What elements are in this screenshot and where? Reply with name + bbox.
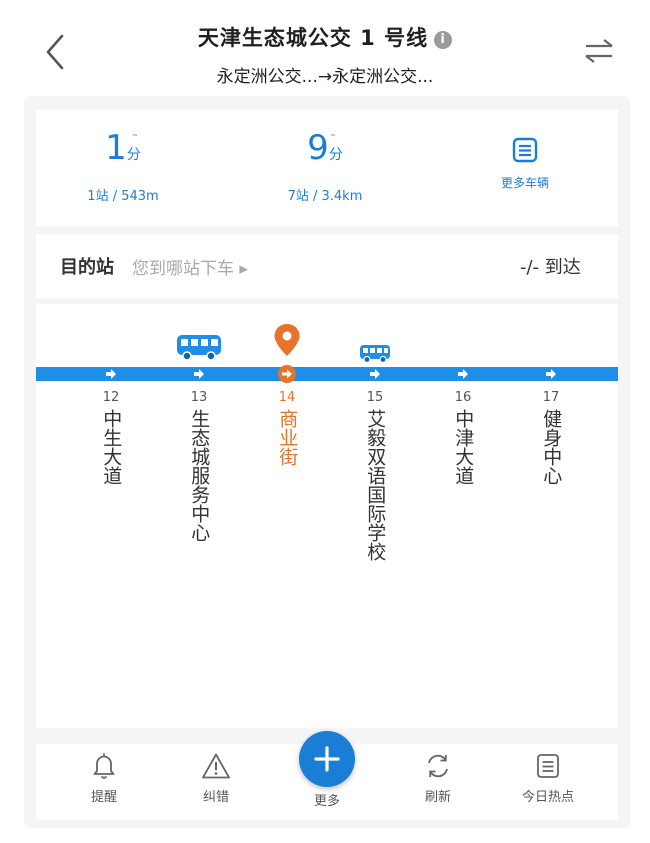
bell-icon [93,753,115,779]
stop-name: 生态城服务中心 [188,409,211,542]
page-title: 天津生态城公交 1 号线 i [0,22,650,52]
stop-item[interactable]: 15 艾毅双语国际学校 [355,390,395,561]
location-pin-icon [274,324,300,356]
eta-minutes: 9 [307,128,329,168]
arrival-time: -/- 到达 [520,257,581,278]
stop-number: 15 [366,390,384,405]
stop-name: 艾毅双语国际学校 [364,409,387,561]
tab-report-error[interactable]: 纠错 [176,752,256,805]
route-title-text: 天津生态城公交 1 号线 [197,26,429,50]
stop-item[interactable]: 17 健身中心 [531,390,571,485]
direction-arrow-icon [546,369,556,379]
swap-direction-icon[interactable] [582,36,616,66]
stop-name: 健身中心 [540,409,563,485]
refresh-icon [428,754,448,778]
direction-arrow-icon [370,369,380,379]
stop-name: 中生大道 [100,409,123,485]
more-vehicles-button[interactable]: 更多车辆 [470,136,580,191]
more-vehicles-label: 更多车辆 [500,176,549,190]
tab-label: 提醒 [90,790,117,805]
stop-number: 17 [542,390,560,405]
stop-name: 中津大道 [452,409,475,485]
stop-item[interactable]: 13 生态城服务中心 [179,390,219,542]
info-icon[interactable]: i [434,31,453,49]
stop-item[interactable]: 16 中津大道 [443,390,483,485]
direction-arrow-icon [458,369,468,379]
destination-label: 目的站 [60,257,114,278]
tab-label: 刷新 [424,790,451,805]
eta-unit: 分 [126,147,141,163]
stop-number: 14 [278,390,296,405]
tab-label: 今日热点 [521,790,574,805]
eta-second-bus[interactable]: ิ 9分 7站 / 3.4km [250,128,400,204]
eta-next-bus[interactable]: ิ 1分 1站 / 543m [48,128,198,204]
stop-item-current[interactable]: 14 商业街 [267,390,307,466]
bus-icon[interactable] [359,344,391,364]
stop-number: 16 [454,390,472,405]
current-stop-marker [278,365,296,383]
stop-item[interactable]: 12 中生大道 [91,390,131,485]
eta-unit: 分 [328,147,343,163]
more-button[interactable] [299,731,355,787]
eta-stops-distance: 1站 / 543m [87,189,159,204]
list-icon [512,137,538,163]
stop-name: 商业街 [276,409,299,466]
direction-arrow-icon [194,369,204,379]
news-icon [537,754,559,778]
tab-today-hot[interactable]: 今日热点 [508,752,588,805]
more-label: 更多 [313,794,340,809]
stop-number: 12 [102,390,120,405]
plus-icon [314,746,340,772]
stop-number: 13 [190,390,208,405]
eta-minutes: 1 [105,128,127,168]
bus-icon[interactable] [176,334,222,362]
destination-selector[interactable]: 您到哪站下车 ▸ [132,254,248,279]
route-line [36,367,618,381]
tab-remind[interactable]: 提醒 [64,752,144,805]
tab-refresh[interactable]: 刷新 [398,752,478,805]
tab-label: 纠错 [202,790,229,805]
direction-arrow-icon [106,369,116,379]
warning-icon [202,753,230,779]
route-direction: 永定洲公交...→永定洲公交... [216,67,434,87]
eta-stops-distance: 7站 / 3.4km [287,189,363,204]
